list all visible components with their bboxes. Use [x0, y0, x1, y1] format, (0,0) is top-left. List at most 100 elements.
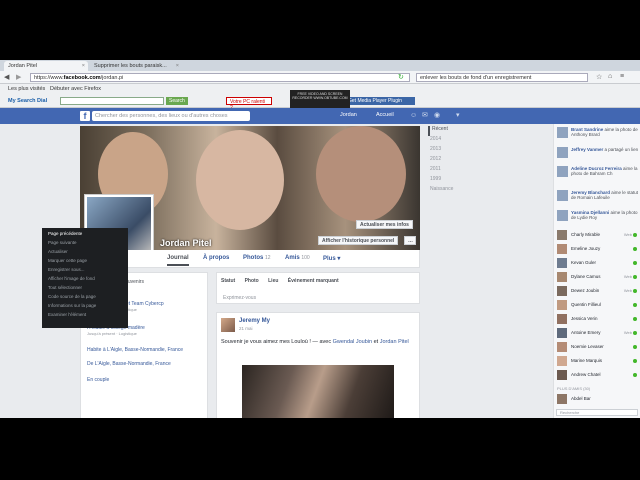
chat-friend[interactable]: Emeline Jouzy — [557, 244, 639, 255]
tab-friends-label: Amis — [285, 255, 300, 261]
chat-friend[interactable]: Dewez Joubin Web — [557, 286, 639, 297]
pc-slow-button[interactable]: Votre PC ralenti ? — [226, 97, 272, 111]
context-menu-item[interactable]: Code source de la page — [42, 293, 128, 302]
back-icon[interactable]: ◀ — [4, 73, 9, 81]
post-photo[interactable] — [242, 365, 394, 418]
tagged-friend-link[interactable]: Jordan Pitel — [380, 339, 409, 345]
year-link[interactable]: 2011 — [428, 166, 468, 176]
online-status-icon — [633, 303, 637, 307]
facebook-logo[interactable]: f — [80, 111, 90, 121]
avatar[interactable] — [221, 318, 235, 332]
chat-friend[interactable]: Antoine Emery Web — [557, 328, 639, 339]
notifications-icon[interactable]: ◉ — [434, 112, 442, 120]
online-status-icon — [633, 359, 637, 363]
ticker-action: a partagé un lien — [604, 147, 639, 152]
chat-friend[interactable]: Quentin Fillieul — [557, 300, 639, 311]
year-link[interactable]: Naissance — [428, 186, 468, 196]
timeline-year-nav: Récent 2014 2013 2012 2011 1999 Naissanc… — [428, 126, 468, 196]
intro-row-relationship[interactable]: En couple — [87, 377, 205, 383]
update-info-button[interactable]: Actualiser mes infos — [356, 220, 413, 229]
year-link[interactable]: 2014 — [428, 136, 468, 146]
composer-tab-status[interactable]: Statut — [221, 278, 235, 284]
close-icon[interactable]: × — [176, 63, 179, 69]
context-menu-item[interactable]: Marquer cette page — [42, 257, 128, 266]
ticker-item[interactable]: Jeffrey Vanmer a partagé un lien — [557, 147, 639, 158]
chat-friend[interactable]: Kevan Guler — [557, 258, 639, 269]
media-plugin-button[interactable]: Get Media Player Plugin — [345, 97, 415, 105]
context-menu-item[interactable]: Actualiser — [42, 248, 128, 257]
avatar — [557, 394, 567, 404]
online-status-icon — [633, 233, 637, 237]
context-menu-item[interactable]: Enregistrer sous... — [42, 266, 128, 275]
tab-journal[interactable]: Journal — [167, 255, 189, 266]
chat-friend[interactable]: Noemie Levaser — [557, 342, 639, 353]
url-field[interactable]: https://www.facebook.com/jordan.pi — [30, 73, 410, 82]
profile-name[interactable]: Jordan Pitel — [160, 238, 212, 248]
menu-icon[interactable]: ≡ — [620, 73, 624, 80]
home-icon[interactable]: ⌂ — [608, 73, 612, 80]
addon-search-button[interactable]: Search — [166, 97, 188, 105]
context-menu-item[interactable]: Page précédente — [42, 230, 128, 239]
context-menu-item[interactable]: Tout sélectionner — [42, 284, 128, 293]
intro-row-from[interactable]: De L'Aigle, Basse-Normandie, France — [87, 361, 205, 367]
chat-friend[interactable]: Andrew Chatel — [557, 370, 639, 381]
browser-tab-profile[interactable]: Jordan Pitel × — [4, 61, 88, 71]
settings-icon[interactable]: ▾ — [456, 112, 464, 120]
tagged-friend-link[interactable]: Gwendal Joubin — [333, 339, 372, 345]
bookmark-most-visited[interactable]: Les plus visités — [8, 86, 45, 92]
browser-tab-youtube[interactable]: Supprimer les bouts paraisk... × — [90, 61, 182, 71]
home-link[interactable]: Accueil — [376, 112, 394, 118]
friend-name: Dylane Camus — [571, 274, 601, 279]
more-options-icon[interactable]: … — [404, 236, 416, 245]
tab-about[interactable]: À propos — [203, 255, 229, 261]
post-composer: Statut Photo Lieu Événement marquant Exp… — [216, 272, 420, 304]
tab-photos[interactable]: Photos 12 — [243, 255, 271, 261]
chat-friend[interactable]: Charly Mirable Web — [557, 230, 639, 241]
context-menu-item[interactable]: Page suivante — [42, 239, 128, 248]
avatar — [557, 286, 567, 296]
activity-log-button[interactable]: Afficher l'historique personnel — [318, 236, 399, 245]
composer-tab-place[interactable]: Lieu — [268, 278, 278, 284]
chat-friend[interactable]: Marine Marquis — [557, 356, 639, 367]
chat-friend[interactable]: Jessica Verin — [557, 314, 639, 325]
reload-icon[interactable]: ↻ — [398, 73, 404, 81]
year-link[interactable]: Récent — [428, 126, 468, 136]
composer-tab-photo[interactable]: Photo — [245, 278, 259, 284]
close-icon[interactable]: × — [82, 63, 85, 69]
avatar — [557, 356, 567, 366]
browser-search-field[interactable]: enlever les bouts de fond d'un enregistr… — [416, 73, 588, 82]
ticker-item[interactable]: Adeline Ducroz Ferreira aime la photo de… — [557, 166, 639, 177]
profile-link[interactable]: Jordan — [340, 112, 357, 118]
ticker-item[interactable]: Brant Sandrine aime la photo de Anthony … — [557, 127, 639, 138]
chat-search-input[interactable]: Recherche — [556, 409, 638, 416]
forward-icon[interactable]: ▶ — [16, 73, 21, 81]
online-status-icon — [633, 261, 637, 265]
composer-input[interactable]: Exprimez-vous — [223, 295, 256, 301]
chat-friend[interactable]: Abdel Bar — [557, 394, 639, 405]
intro-row-lives[interactable]: Habite à L'Aigle, Basse-Normandie, Franc… — [87, 347, 205, 353]
post-with: — avec — [312, 339, 333, 345]
ticker-item[interactable]: Yasmina Djellanni aime la photo de Lydie… — [557, 210, 639, 221]
post-author[interactable]: Jeremy My — [239, 318, 270, 324]
avatar — [557, 258, 567, 268]
avatar — [557, 127, 568, 138]
year-link[interactable]: 2013 — [428, 146, 468, 156]
context-menu-item[interactable]: Afficher l'image de fond — [42, 275, 128, 284]
year-link[interactable]: 1999 — [428, 176, 468, 186]
friends-icon[interactable]: ☺ — [410, 112, 418, 120]
ticker-item[interactable]: Jeremy Blanchard aime le statut de Romai… — [557, 190, 639, 201]
bookmark-getting-started[interactable]: Débuter avec Firefox — [50, 86, 101, 92]
tab-friends[interactable]: Amis 100 — [285, 255, 310, 261]
year-link[interactable]: 2012 — [428, 156, 468, 166]
addon-search-input[interactable] — [60, 97, 164, 105]
chat-friend[interactable]: Dylane Camus Web — [557, 272, 639, 283]
facebook-search-input[interactable]: Chercher des personnes, des lieux ou d'a… — [92, 111, 250, 121]
photos-count: 12 — [265, 255, 271, 261]
tab-more[interactable]: Plus ▾ — [323, 255, 340, 262]
post-time[interactable]: 21 mai — [239, 326, 253, 331]
context-menu-item[interactable]: Informations sur la page — [42, 302, 128, 311]
star-icon[interactable]: ☆ — [596, 73, 602, 81]
messages-icon[interactable]: ✉ — [422, 112, 430, 120]
composer-tab-life-event[interactable]: Événement marquant — [288, 278, 339, 284]
context-menu-item[interactable]: Examiner l'élément — [42, 311, 128, 320]
